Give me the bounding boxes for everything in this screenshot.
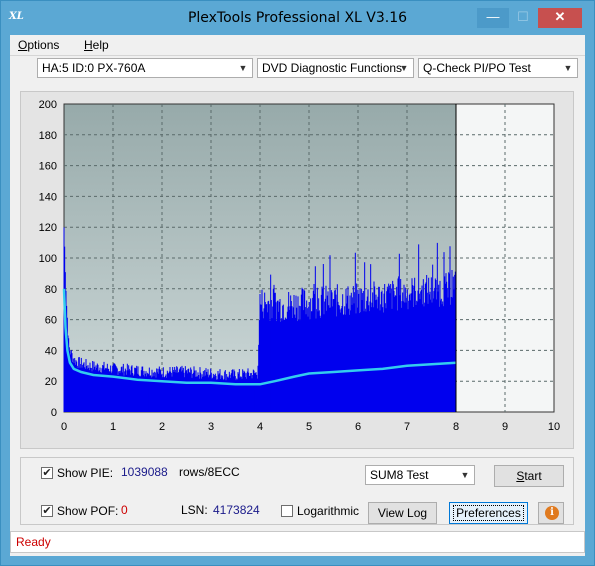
y-tick-label: 20	[45, 376, 57, 388]
x-tick-label: 1	[110, 421, 116, 433]
view-log-button[interactable]: View Log	[368, 502, 437, 524]
x-tick-label: 0	[61, 421, 67, 433]
logarithmic-label: Logarithmic	[297, 504, 360, 518]
x-tick-label: 8	[453, 421, 459, 433]
function-select-value: DVD Diagnostic Functions	[262, 61, 403, 75]
results-panel: ✔ Show PIE: 1039088 rows/8ECC SUM8 Test …	[20, 457, 574, 525]
y-tick-label: 180	[39, 130, 57, 142]
x-tick-label: 4	[257, 421, 263, 433]
chevron-down-icon: ▼	[563, 63, 573, 73]
chart-frame: 0 20 40 60 80 100 120 140 160 180 200 0 1 2 3 4 5 6 7 8 9 10	[20, 91, 574, 449]
chevron-down-icon: ▼	[399, 63, 409, 73]
x-tick-label: 3	[208, 421, 214, 433]
x-tick-label: 5	[306, 421, 312, 433]
y-tick-label: 160	[39, 161, 57, 173]
pie-unit: rows/8ECC	[179, 465, 240, 479]
drive-select[interactable]: HA:5 ID:0 PX-760A ▼	[37, 58, 253, 78]
start-button[interactable]: Start	[494, 465, 564, 487]
close-button[interactable]: ✕	[538, 8, 582, 28]
test-select[interactable]: Q-Check PI/PO Test ▼	[418, 58, 578, 78]
menu-help-label: elp	[92, 38, 109, 52]
chevron-down-icon: ▼	[238, 63, 248, 73]
y-tick-label: 80	[45, 284, 57, 296]
show-pie-label: Show PIE:	[57, 466, 114, 480]
menu-separator	[10, 55, 585, 56]
menu-help-accel: H	[84, 38, 93, 52]
x-tick-label: 6	[355, 421, 361, 433]
status-bar: Ready	[10, 531, 585, 553]
app-window: XL PlexTools Professional XL V3.16 — ☐ ✕…	[0, 0, 595, 566]
sum-test-select[interactable]: SUM8 Test ▼	[365, 465, 475, 485]
menu-options[interactable]: Options	[18, 38, 59, 52]
preferences-label: Preferences	[453, 505, 524, 521]
logarithmic-checkbox[interactable]	[281, 505, 293, 517]
maximize-button[interactable]: ☐	[507, 8, 539, 28]
test-select-value: Q-Check PI/PO Test	[423, 61, 531, 75]
show-poe-checkbox[interactable]: ✔	[41, 505, 53, 517]
y-tick-label: 140	[39, 191, 57, 203]
x-tick-label: 9	[502, 421, 508, 433]
poe-value: 0	[121, 503, 128, 517]
y-tick-label: 0	[51, 407, 57, 419]
pie-value: 1039088	[121, 465, 168, 479]
y-tick-label: 100	[39, 253, 57, 265]
pi-chart: 0 20 40 60 80 100 120 140 160 180 200 0 1 2 3 4 5 6 7 8 9 10	[39, 99, 560, 433]
minimize-button[interactable]: —	[477, 8, 509, 28]
status-text: Ready	[16, 535, 51, 549]
show-pie-checkbox[interactable]: ✔	[41, 467, 53, 479]
menu-options-label: ptions	[27, 38, 60, 52]
drive-select-value: HA:5 ID:0 PX-760A	[42, 61, 146, 75]
y-tick-label: 200	[39, 99, 57, 111]
function-select[interactable]: DVD Diagnostic Functions ▼	[257, 58, 414, 78]
lsn-label: LSN:	[181, 503, 208, 517]
menu-bar: Options Help	[10, 35, 585, 55]
preferences-button[interactable]: Preferences	[449, 502, 528, 524]
show-poe-label: Show POF:	[57, 504, 119, 518]
client-area: Options Help HA:5 ID:0 PX-760A ▼ DVD Dia…	[10, 35, 585, 556]
menu-options-accel: O	[18, 38, 28, 52]
info-icon: i	[545, 506, 559, 520]
menu-help[interactable]: Help	[84, 38, 109, 52]
y-tick-label: 120	[39, 222, 57, 234]
info-button[interactable]: i	[538, 502, 564, 524]
chevron-down-icon: ▼	[460, 470, 470, 480]
y-tick-label: 60	[45, 315, 57, 327]
y-tick-label: 40	[45, 345, 57, 357]
x-tick-label: 2	[159, 421, 165, 433]
sum-test-value: SUM8 Test	[370, 468, 429, 482]
lsn-value: 4173824	[213, 503, 260, 517]
start-label: tart	[524, 469, 542, 483]
x-tick-label: 7	[404, 421, 410, 433]
x-tick-label: 10	[548, 421, 560, 433]
title-bar[interactable]: XL PlexTools Professional XL V3.16 — ☐ ✕	[1, 1, 594, 35]
